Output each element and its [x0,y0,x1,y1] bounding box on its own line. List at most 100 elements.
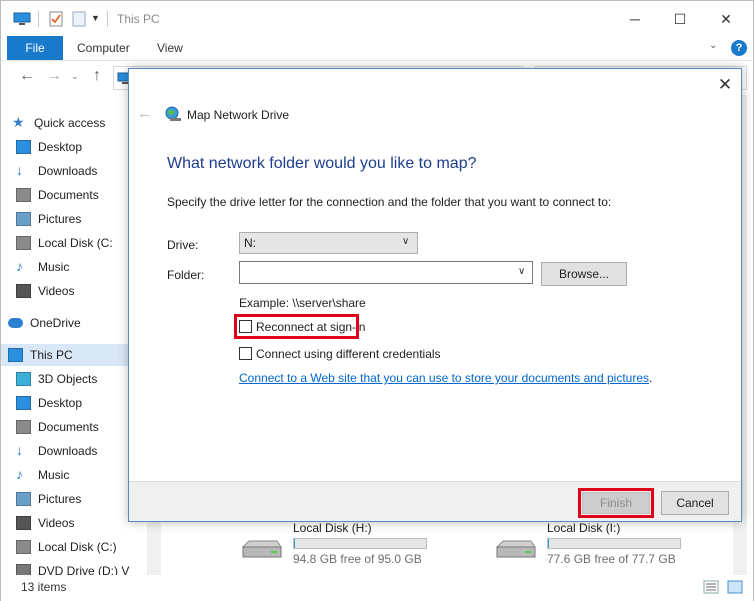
computer-icon [13,12,31,25]
drive-tile-h[interactable]: Local Disk (H:) 94.8 GB free of 95.0 GB [241,521,441,566]
sidebar-item[interactable]: ♪ Music [1,464,147,486]
sidebar-item[interactable]: Local Disk (C:) [1,536,147,558]
highlight-box [578,488,654,518]
status-bar: 13 items [1,575,753,601]
disk-icon [16,540,31,554]
dialog-close-button[interactable]: ✕ [715,75,735,95]
details-view-icon[interactable] [703,580,719,594]
tab-file[interactable]: File [7,36,63,60]
forward-arrow-icon[interactable]: → [46,67,62,85]
sidebar-item[interactable]: Desktop [1,136,147,158]
browse-button[interactable]: Browse... [541,262,627,286]
folder-input[interactable] [242,264,512,281]
music-icon: ♪ [16,258,23,274]
different-credentials-label[interactable]: Connect using different credentials [256,347,441,361]
sidebar-item[interactable]: This PC [1,344,147,366]
sidebar-item-label: Quick access [34,116,106,130]
sidebar-item-label: 3D Objects [38,372,98,386]
network-drive-icon [165,106,181,121]
dialog-title: Map Network Drive [187,108,290,122]
large-icons-view-icon[interactable] [727,580,743,594]
sidebar-item[interactable]: Documents [1,184,147,206]
drive-tile-i[interactable]: Local Disk (I:) 77.6 GB free of 77.7 GB [495,521,695,566]
hard-drive-icon [495,540,536,558]
drive-usage-fill [548,539,550,548]
help-icon[interactable]: ? [731,40,747,56]
window-title: This PC [117,12,160,26]
tab-view[interactable]: View [157,41,183,55]
recent-locations-chevron-icon[interactable]: ⌄ [71,71,79,82]
sidebar-item-label: Videos [38,284,75,298]
checkbox-box[interactable] [239,347,252,360]
highlight-box [234,314,359,339]
folder-combobox[interactable]: ∨ [239,261,533,284]
drive-letter-select[interactable]: N: ∨ [239,232,418,254]
toolbar-separator [107,11,108,27]
dialog-footer: Finish Cancel [129,481,741,521]
sidebar-item[interactable]: Videos [1,280,147,302]
web-site-link[interactable]: Connect to a Web site that you can use t… [239,371,649,385]
cloud-icon [8,318,23,328]
documents-icon [16,188,31,202]
drive-free-space: 77.6 GB free of 77.7 GB [547,552,676,566]
sidebar-item[interactable]: ↓ Downloads [1,440,147,462]
folder-example-text: Example: \\server\share [239,296,366,310]
sidebar-item-label: Documents [38,188,99,202]
sidebar-item-label: Desktop [38,396,83,410]
download-icon: ↓ [16,442,23,458]
drive-letter-value: N: [244,236,256,250]
tab-computer[interactable]: Computer [77,41,130,55]
sidebar-item[interactable]: Pictures [1,208,147,230]
drive-free-space: 94.8 GB free of 95.0 GB [293,552,422,566]
sidebar-item[interactable]: Documents [1,416,147,438]
disk-icon [16,236,31,250]
sidebar-item-label: Downloads [38,164,98,178]
download-icon: ↓ [16,162,23,178]
toolbar-separator [38,11,39,27]
sidebar-item[interactable]: ★ Quick access [1,112,147,134]
map-network-drive-dialog: ✕ ← Map Network Drive What network folde… [128,68,742,522]
cancel-button[interactable]: Cancel [661,491,729,515]
sidebar-item[interactable]: ♪ Music [1,256,147,278]
back-arrow-icon[interactable]: ← [19,67,35,85]
sidebar-item-label: Documents [38,420,99,434]
dialog-back-arrow-icon[interactable]: ← [137,105,152,122]
sidebar-item[interactable]: 3D Objects [1,368,147,390]
drive-label: Drive: [167,238,199,252]
videos-icon [16,284,31,298]
new-folder-icon[interactable] [72,11,86,27]
up-arrow-icon[interactable]: ↑ [93,67,101,85]
sidebar-item-label: Pictures [38,492,82,506]
desktop-icon [16,396,31,410]
sidebar-item-label: This PC [30,348,73,362]
expand-ribbon-chevron-icon[interactable]: ⌄ [709,40,717,51]
minimize-button[interactable]: ─ [620,7,650,31]
sidebar-item[interactable]: Local Disk (C: [1,232,147,254]
web-site-link-period: . [649,371,653,385]
web-site-link-line: Connect to a Web site that you can use t… [239,371,652,385]
sidebar-item[interactable]: OneDrive [1,312,147,334]
quick-access-dropdown-icon[interactable]: ▼ [91,13,100,23]
sidebar-item-label: Pictures [38,212,82,226]
navigation-pane: ★ Quick access Desktop ↓ Downloads Documents P… [1,105,147,578]
maximize-button[interactable]: ☐ [665,7,695,31]
close-window-button[interactable]: ✕ [711,7,741,31]
sidebar-item-label: Local Disk (C:) [38,540,117,554]
sidebar-item[interactable]: Desktop [1,392,147,414]
sidebar-item[interactable]: Videos [1,512,147,534]
documents-icon [16,420,31,434]
sidebar-item[interactable]: ↓ Downloads [1,160,147,182]
sidebar-item[interactable]: Pictures [1,488,147,510]
dialog-instruction: Specify the drive letter for the connect… [167,195,612,209]
sidebar-item-label: OneDrive [30,316,81,330]
pictures-icon [16,492,31,506]
sidebar-item-label: Desktop [38,140,83,154]
drive-name: Local Disk (I:) [547,521,621,535]
chevron-down-icon[interactable]: ∨ [518,266,525,277]
item-count: 13 items [21,580,67,594]
sidebar-item-label: Videos [38,516,75,530]
properties-icon[interactable] [49,11,63,27]
videos-icon [16,516,31,530]
drive-usage-bar [547,538,681,549]
different-credentials-checkbox[interactable]: Connect using different credentials [239,345,459,363]
